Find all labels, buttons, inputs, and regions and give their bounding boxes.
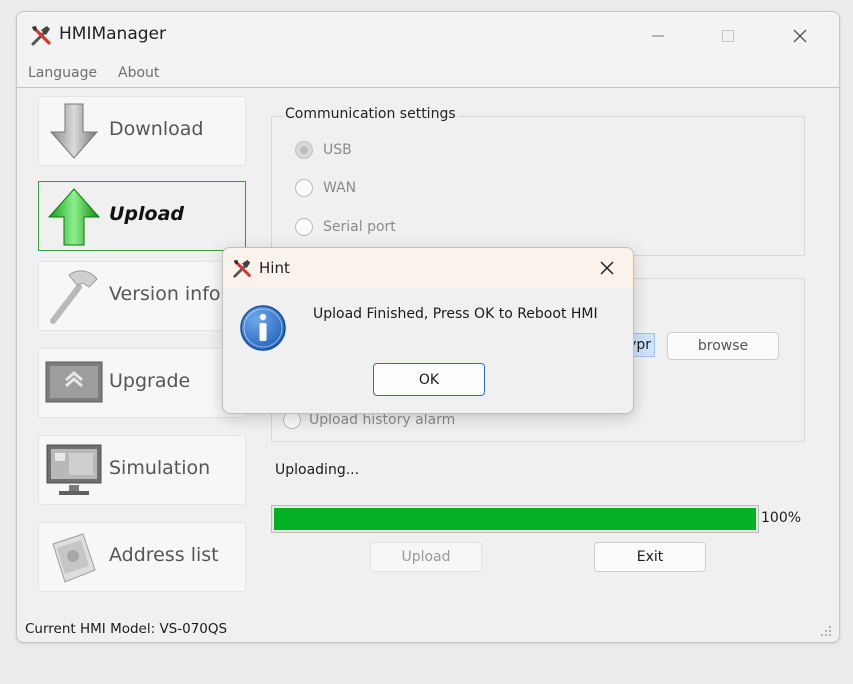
progress-percent: 100% (761, 510, 802, 526)
radio-usb-label: USB (323, 142, 352, 158)
upgrade-screen-icon (45, 361, 103, 403)
radio-serial-port[interactable]: Serial port (295, 218, 396, 236)
radio-usb[interactable]: USB (295, 141, 352, 159)
download-arrow-icon (49, 103, 99, 159)
nav-upload-label: Upload (109, 203, 185, 225)
radio-wan[interactable]: WAN (295, 179, 356, 197)
maximize-icon (722, 30, 734, 42)
dialog-title: Hint (259, 259, 290, 277)
radio-wan-label: WAN (323, 180, 357, 196)
app-tools-icon (31, 26, 51, 46)
title-bar[interactable]: HMIManager (17, 12, 839, 60)
nav-simulation-label: Simulation (109, 457, 211, 479)
radio-serial-port-indicator[interactable] (295, 218, 313, 236)
nav-version-info-label: Version info (109, 283, 221, 305)
nav-address-list-label: Address list (109, 544, 219, 566)
close-icon (793, 29, 807, 43)
address-book-icon (52, 533, 96, 583)
nav-download-label: Download (109, 118, 204, 140)
dialog-title-bar[interactable]: Hint (223, 248, 633, 288)
current-hmi-model: Current HMI Model: VS-070QS (25, 621, 228, 637)
upload-status-text: Uploading... (275, 462, 360, 478)
minimize-icon (652, 35, 664, 37)
menu-about[interactable]: About (118, 65, 159, 81)
menu-bar: Language About (17, 60, 839, 88)
dialog-app-icon (233, 259, 251, 278)
ok-button[interactable]: OK (373, 363, 485, 396)
radio-wan-indicator[interactable] (295, 179, 313, 197)
nav-simulation-button[interactable]: Simulation (38, 435, 246, 505)
radio-upload-history-alarm-label: Upload history alarm (309, 412, 456, 428)
exit-button[interactable]: Exit (594, 542, 706, 572)
dialog-message: Upload Finished, Press OK to Reboot HMI (313, 306, 598, 322)
communication-settings-legend: Communication settings (283, 106, 458, 122)
browse-button[interactable]: browse (667, 332, 779, 360)
upload-progress-fill (274, 508, 756, 530)
app-title: HMIManager (59, 24, 166, 44)
nav-upgrade-button[interactable]: Upgrade (38, 348, 246, 418)
nav-upload-button[interactable]: Upload (38, 181, 246, 251)
resize-grip-icon[interactable] (819, 624, 833, 638)
close-button[interactable] (777, 20, 823, 52)
hammer-icon (50, 270, 98, 324)
dialog-close-button[interactable] (587, 252, 627, 284)
maximize-button[interactable] (705, 20, 751, 52)
hint-dialog: Hint Upload Finished, Press OK to Reboot… (222, 247, 634, 414)
nav-address-list-button[interactable]: Address list (38, 522, 246, 592)
upload-arrow-icon (47, 188, 101, 246)
nav-version-info-button[interactable]: Version info (38, 261, 246, 331)
close-icon (600, 261, 614, 275)
info-icon (240, 305, 286, 351)
upload-progress-bar (271, 505, 759, 533)
nav-upgrade-label: Upgrade (109, 370, 191, 392)
monitor-icon (46, 444, 102, 495)
nav-download-button[interactable]: Download (38, 96, 246, 166)
radio-serial-port-label: Serial port (323, 219, 396, 235)
minimize-button[interactable] (635, 20, 681, 52)
menu-language[interactable]: Language (28, 65, 97, 81)
upload-button[interactable]: Upload (370, 542, 482, 572)
radio-usb-indicator[interactable] (295, 141, 313, 159)
